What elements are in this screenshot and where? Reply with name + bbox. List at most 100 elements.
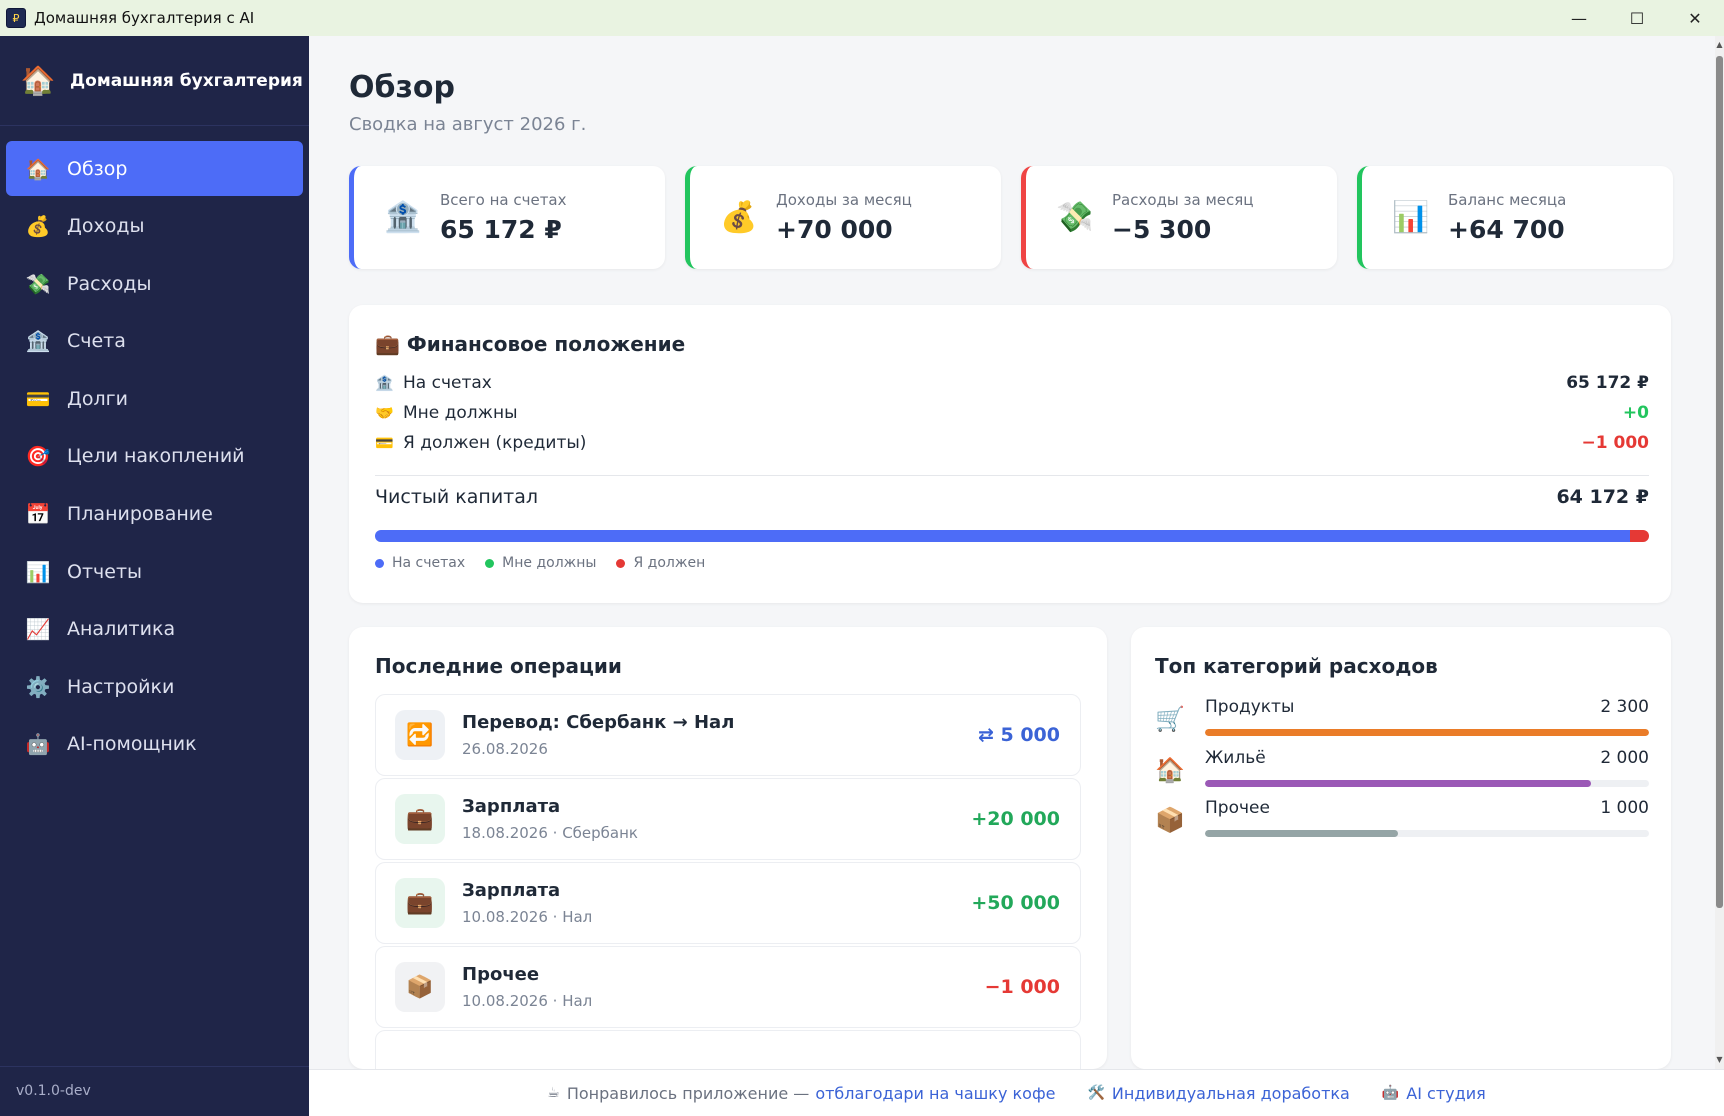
- house-icon: 🏠: [25, 156, 51, 181]
- category-progress-track: [1205, 729, 1649, 736]
- sidebar-item-reports[interactable]: 📊 Отчеты: [6, 544, 303, 599]
- sidebar-item-expenses[interactable]: 💸 Расходы: [6, 256, 303, 311]
- operation-title: Зарплата: [462, 796, 561, 817]
- legend-dot: [616, 558, 626, 568]
- app-icon: ₽: [6, 8, 26, 28]
- operation-date: 26.08.2026: [462, 740, 548, 758]
- coffee-link[interactable]: отблагодари на чашку кофе: [815, 1084, 1055, 1103]
- kpi-card-balance: 📊 Баланс месяца +64 700: [1357, 166, 1673, 269]
- operation-title: Перевод: Сбербанк → Нал: [462, 712, 735, 733]
- category-item: 🛒 Продукты 2 300: [1155, 697, 1649, 747]
- footer: ☕ Понравилось приложение — отблагодари н…: [309, 1069, 1724, 1116]
- page-subtitle: Сводка на август 2026 г.: [349, 114, 587, 135]
- operation-item[interactable]: 🔁 Перевод: Сбербанк → Нал 26.08.2026 ⇄ 5…: [375, 694, 1081, 776]
- financial-row-accounts: 🏦 На счетах 65 172 ₽: [375, 373, 1649, 393]
- legend-dot: [375, 558, 384, 568]
- sidebar-item-income[interactable]: 💰 Доходы: [6, 199, 303, 254]
- kpi-card-income: 💰 Доходы за месяц +70 000: [685, 166, 1001, 269]
- sidebar-item-label: Расходы: [67, 272, 152, 295]
- financial-value: −1 000: [1581, 433, 1649, 453]
- operation-amount: ⇄ 5 000: [977, 724, 1060, 746]
- sidebar-item-label: AI-помощник: [67, 733, 197, 756]
- footer-coffee: ☕ Понравилось приложение — отблагодари н…: [547, 1084, 1055, 1103]
- scroll-up-arrow-icon[interactable]: ▲: [1715, 40, 1724, 52]
- sidebar-item-overview[interactable]: 🏠 Обзор: [6, 141, 303, 196]
- money-wings-icon: 💸: [25, 271, 51, 296]
- category-progress-fill: [1205, 729, 1649, 736]
- sidebar-item-label: Обзор: [67, 157, 128, 180]
- close-button[interactable]: ✕: [1666, 0, 1724, 36]
- operation-item[interactable]: 📦 Прочее 10.08.2026 · Нал −1 000: [375, 946, 1081, 1028]
- bank-icon: 🏦: [384, 200, 422, 235]
- bar-chart-icon: 📊: [1392, 200, 1430, 235]
- scroll-down-arrow-icon[interactable]: ▼: [1715, 1055, 1724, 1067]
- kpi-card-total-accounts: 🏦 Всего на счетах 65 172 ₽: [349, 166, 665, 269]
- kpi-value: +64 700: [1448, 215, 1565, 244]
- sidebar-item-settings[interactable]: ⚙️ Настройки: [6, 659, 303, 714]
- briefcase-icon: 💼: [375, 332, 400, 356]
- sidebar-item-debts[interactable]: 💳 Долги: [6, 371, 303, 426]
- net-worth-bar: [375, 530, 1649, 542]
- kpi-label: Всего на счетах: [440, 191, 567, 209]
- operation-amount: +20 000: [971, 808, 1060, 830]
- kpi-label: Расходы за месяц: [1112, 191, 1254, 209]
- operation-date: 10.08.2026 · Нал: [462, 992, 593, 1010]
- category-item: 🏠 Жильё 2 000: [1155, 748, 1649, 798]
- operation-item[interactable]: 💼 Зарплата 10.08.2026 · Нал +50 000: [375, 862, 1081, 944]
- bar-segment-accounts: [375, 530, 1630, 542]
- robot-icon: 🤖: [1381, 1085, 1400, 1101]
- bank-icon: 🏦: [375, 374, 394, 392]
- bar-segment-i-owe: [1629, 530, 1649, 542]
- financial-value: 65 172 ₽: [1566, 373, 1649, 393]
- gear-icon: ⚙️: [25, 674, 51, 699]
- sidebar-item-label: Долги: [67, 387, 128, 410]
- sidebar-item-label: Цели накоплений: [67, 445, 245, 468]
- category-value: 2 000: [1600, 748, 1649, 768]
- kpi-label: Баланс месяца: [1448, 191, 1567, 209]
- minimize-button[interactable]: —: [1550, 0, 1608, 36]
- divider: [375, 475, 1649, 476]
- operation-title: Зарплата: [462, 880, 561, 901]
- sidebar-item-label: Отчеты: [67, 560, 143, 583]
- custom-development-link[interactable]: Индивидуальная доработка: [1112, 1084, 1350, 1103]
- operation-date: 10.08.2026 · Нал: [462, 908, 593, 926]
- money-bag-icon: 💰: [720, 200, 758, 235]
- scrollbar-thumb[interactable]: [1716, 56, 1723, 908]
- sidebar-item-analytics[interactable]: 📈 Аналитика: [6, 602, 303, 657]
- sidebar-nav: 🏠 Обзор 💰 Доходы 💸 Расходы 🏦 Счета 💳 Дол…: [0, 126, 309, 772]
- financial-position-title: 💼 Финансовое положение: [375, 332, 686, 356]
- category-item: 📦 Прочее 1 000: [1155, 798, 1649, 848]
- page-title: Обзор: [349, 70, 455, 105]
- window-title: Домашняя бухгалтерия с AI: [34, 9, 255, 27]
- category-progress-fill: [1205, 780, 1592, 787]
- briefcase-icon: 💼: [395, 878, 445, 928]
- sidebar-item-planning[interactable]: 📅 Планирование: [6, 487, 303, 542]
- calendar-icon: 📅: [25, 502, 51, 527]
- credit-card-icon: 💳: [375, 434, 394, 452]
- legend-item: Я должен: [616, 555, 705, 571]
- operation-item[interactable]: 💼 Зарплата 18.08.2026 · Сбербанк +20 000: [375, 778, 1081, 860]
- money-bag-icon: 💰: [25, 214, 51, 239]
- sidebar-item-label: Аналитика: [67, 618, 176, 641]
- ai-studio-link[interactable]: AI студия: [1406, 1084, 1485, 1103]
- financial-row-owed-to-me: 🤝 Мне должны +0: [375, 403, 1649, 423]
- line-chart-icon: 📈: [25, 617, 51, 642]
- briefcase-icon: 💼: [395, 794, 445, 844]
- category-name: Жильё: [1205, 748, 1266, 768]
- sidebar-item-ai-assistant[interactable]: 🤖 AI-помощник: [6, 717, 303, 772]
- vertical-scrollbar[interactable]: ▲ ▼: [1715, 36, 1724, 1069]
- window-controls: — ☐ ✕: [1550, 0, 1724, 36]
- operation-item[interactable]: [375, 1030, 1081, 1069]
- category-value: 1 000: [1600, 798, 1649, 818]
- package-icon: 📦: [1155, 806, 1185, 834]
- title-bar: ₽ Домашняя бухгалтерия с AI — ☐ ✕: [0, 0, 1724, 36]
- top-categories-title: Топ категорий расходов: [1155, 654, 1438, 678]
- operation-amount: +50 000: [971, 892, 1060, 914]
- sidebar-item-goals[interactable]: 🎯 Цели накоплений: [6, 429, 303, 484]
- sidebar-item-accounts[interactable]: 🏦 Счета: [6, 314, 303, 369]
- target-icon: 🎯: [25, 444, 51, 469]
- maximize-button[interactable]: ☐: [1608, 0, 1666, 36]
- money-wings-icon: 💸: [1056, 200, 1094, 235]
- sidebar-item-label: Счета: [67, 330, 126, 353]
- bank-icon: 🏦: [25, 329, 51, 354]
